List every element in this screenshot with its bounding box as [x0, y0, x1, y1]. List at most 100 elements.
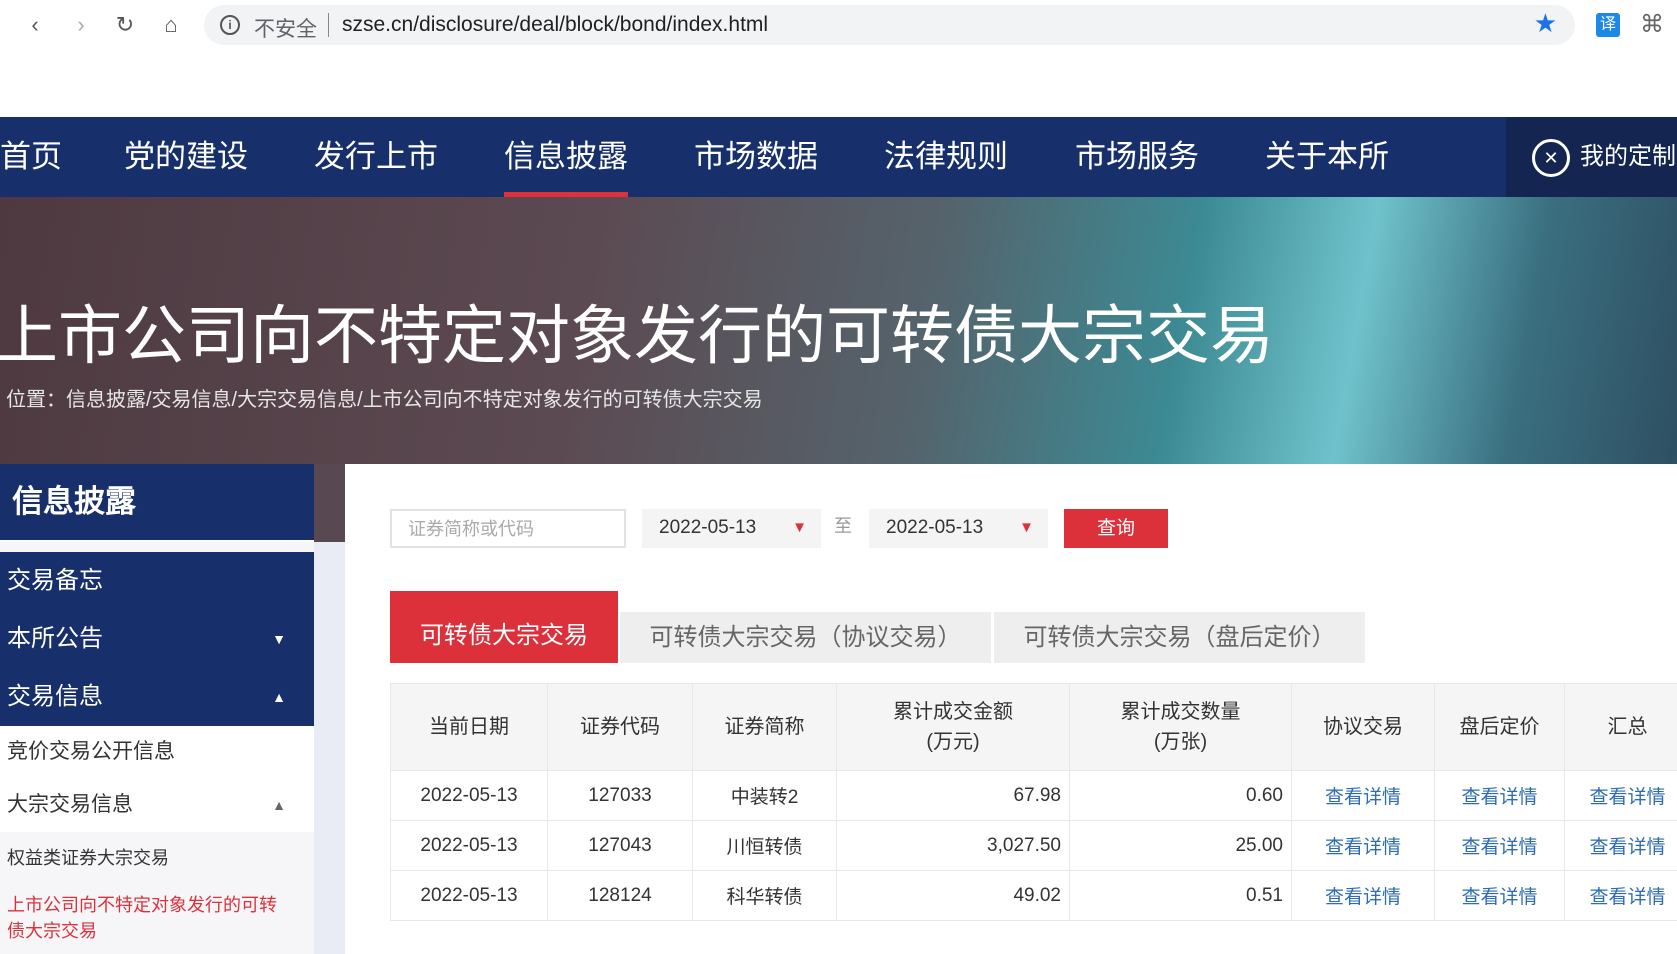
table-cell: 2022-05-13	[390, 870, 548, 921]
custom-icon: ✕	[1532, 139, 1570, 177]
nav-item[interactable]: 法律规则	[884, 117, 1008, 197]
nav-item[interactable]: 发行上市	[314, 117, 438, 197]
column-header: 协议交易	[1291, 683, 1435, 771]
url-text[interactable]: szse.cn/disclosure/deal/block/bond/index…	[342, 13, 768, 37]
table-cell: 2022-05-13	[390, 820, 548, 871]
caret-down-icon: ▼	[272, 631, 286, 647]
nav-item[interactable]: 市场服务	[1075, 117, 1199, 197]
main-nav: 首页 党的建设 发行上市 信息披露 市场数据 法律规则 市场服务 关于本所 ✕ 我的定制	[0, 117, 1677, 197]
bookmark-star-icon[interactable]: ★	[1534, 8, 1557, 39]
column-header: 汇总	[1564, 683, 1677, 771]
sidebar-item[interactable]: 竞价交易公开信息	[0, 726, 314, 778]
sidebar-item-label: 交易备忘	[7, 567, 103, 594]
table-cell: 科华转债	[692, 870, 837, 921]
tab-after-hours[interactable]: 可转债大宗交易（盘后定价）	[994, 612, 1365, 663]
reload-icon[interactable]: ↻	[110, 10, 140, 40]
query-button[interactable]: 查询	[1064, 509, 1168, 548]
start-date-select[interactable]: 2022-05-13 ▼	[642, 509, 821, 548]
table-cell: 25.00	[1069, 820, 1292, 871]
caret-up-icon: ▲	[272, 797, 286, 813]
sidebar-item-label: 大宗交易信息	[7, 793, 133, 816]
table-row: 2022-05-13 128124 科华转债 49.02 0.51 查看详情 查看详情 查看详…	[390, 870, 1677, 921]
insecure-label: 不安全	[254, 18, 317, 41]
view-details-link[interactable]: 查看详情	[1589, 887, 1665, 908]
table-cell: 查看详情	[1291, 820, 1435, 871]
column-header: 累计成交金额 (万元)	[836, 683, 1070, 771]
table-cell: 0.60	[1069, 770, 1292, 821]
sidebar-item[interactable]: 上市公司向不特定对象发行的可转债大宗交易	[0, 884, 314, 954]
nav-item[interactable]: 党的建设	[124, 117, 248, 197]
view-details-link[interactable]: 查看详情	[1589, 837, 1665, 858]
end-date-value: 2022-05-13	[886, 517, 984, 538]
my-custom-label: 我的定制	[1580, 143, 1676, 170]
table-cell: 查看详情	[1434, 870, 1565, 921]
view-details-link[interactable]: 查看详情	[1461, 837, 1537, 858]
nav-item[interactable]: 市场数据	[694, 117, 818, 197]
column-header: 证券简称	[692, 683, 837, 771]
main-content: 证券简称或代码 2022-05-13 ▼ 至 2022-05-13 ▼ 查询 可转债…	[345, 464, 1677, 954]
sidebar-item-label: 交易信息	[7, 683, 103, 710]
column-header: 当前日期	[390, 683, 548, 771]
divider	[328, 13, 329, 37]
page-title: 上市公司向不特定对象发行的可转债大宗交易	[0, 300, 1274, 372]
column-header: 累计成交数量 (万张)	[1069, 683, 1292, 771]
view-details-link[interactable]: 查看详情	[1325, 887, 1401, 908]
end-date-select[interactable]: 2022-05-13 ▼	[869, 509, 1048, 548]
table-cell: 查看详情	[1564, 820, 1677, 871]
table-cell: 49.02	[836, 870, 1070, 921]
sidebar-item[interactable]: 交易信息 ▲	[0, 668, 314, 726]
my-custom-button[interactable]: ✕ 我的定制	[1506, 117, 1677, 197]
nav-item[interactable]: 信息披露	[504, 117, 628, 197]
table-cell: 查看详情	[1564, 770, 1677, 821]
view-details-link[interactable]: 查看详情	[1589, 787, 1665, 808]
extensions-puzzle-icon[interactable]: ⌘	[1640, 10, 1664, 39]
table-cell: 查看详情	[1291, 870, 1435, 921]
address-bar[interactable]: i 不安全 szse.cn/disclosure/deal/block/bond…	[204, 5, 1575, 45]
caret-up-icon: ▲	[272, 689, 286, 705]
tab-block-trade[interactable]: 可转债大宗交易	[390, 591, 618, 663]
table-cell: 127043	[547, 820, 693, 871]
table-cell: 128124	[547, 870, 693, 921]
nav-item[interactable]: 关于本所	[1265, 117, 1389, 197]
sidebar-item-label: 本所公告	[7, 625, 103, 652]
sidebar-item-label: 上市公司向不特定对象发行的可转债大宗交易	[7, 895, 277, 941]
table-cell: 川恒转债	[692, 820, 837, 871]
sidebar-item-label: 权益类证券大宗交易	[7, 848, 169, 868]
table-row: 2022-05-13 127043 川恒转债 3,027.50 25.00 查看详情 查看详…	[390, 820, 1677, 871]
view-details-link[interactable]: 查看详情	[1325, 837, 1401, 858]
table-cell: 查看详情	[1434, 770, 1565, 821]
table-cell: 67.98	[836, 770, 1070, 821]
view-details-link[interactable]: 查看详情	[1461, 887, 1537, 908]
column-header: 证券代码	[547, 683, 693, 771]
table-cell: 查看详情	[1434, 820, 1565, 871]
nav-item[interactable]: 首页	[0, 117, 62, 197]
banner: 上市公司向不特定对象发行的可转债大宗交易 位置：信息披露/交易信息/大宗交易信息…	[0, 197, 1677, 464]
sidebar-item[interactable]: 交易备忘	[0, 552, 314, 610]
table-cell: 0.51	[1069, 870, 1292, 921]
to-label: 至	[834, 516, 852, 536]
view-details-link[interactable]: 查看详情	[1325, 787, 1401, 808]
breadcrumb: 位置：信息披露/交易信息/大宗交易信息/上市公司向不特定对象发行的可转债大宗交易	[6, 389, 763, 411]
sidebar: 信息披露 交易备忘本所公告 ▼ 交易信息 ▲ 竞价交易公开信息大宗交易信息 ▲ 权益类证券大…	[0, 464, 314, 954]
table-cell: 3,027.50	[836, 820, 1070, 871]
browser-toolbar: ‹ › ↻ ⌂ i 不安全 szse.cn/disclosure/deal/bl…	[0, 0, 1677, 117]
back-icon[interactable]: ‹	[20, 10, 50, 40]
sidebar-item[interactable]: 大宗交易信息 ▲	[0, 778, 314, 832]
table-cell: 中装转2	[692, 770, 837, 821]
sidebar-item[interactable]: 权益类证券大宗交易	[0, 832, 314, 884]
table-cell: 查看详情	[1291, 770, 1435, 821]
sidebar-item[interactable]: 本所公告 ▼	[0, 610, 314, 668]
home-icon[interactable]: ⌂	[156, 10, 186, 40]
security-search-input[interactable]: 证券简称或代码	[390, 509, 626, 548]
table-cell: 2022-05-13	[390, 770, 548, 821]
translate-icon[interactable]: 译	[1596, 13, 1620, 37]
forward-icon[interactable]: ›	[66, 10, 96, 40]
table-cell: 127033	[547, 770, 693, 821]
column-header: 盘后定价	[1434, 683, 1565, 771]
info-icon[interactable]: i	[220, 15, 240, 35]
view-details-link[interactable]: 查看详情	[1461, 787, 1537, 808]
sidebar-title: 信息披露	[0, 464, 314, 542]
tab-negotiated[interactable]: 可转债大宗交易（协议交易）	[620, 612, 991, 663]
dropdown-triangle-icon: ▼	[792, 519, 807, 536]
dropdown-triangle-icon: ▼	[1019, 519, 1034, 536]
